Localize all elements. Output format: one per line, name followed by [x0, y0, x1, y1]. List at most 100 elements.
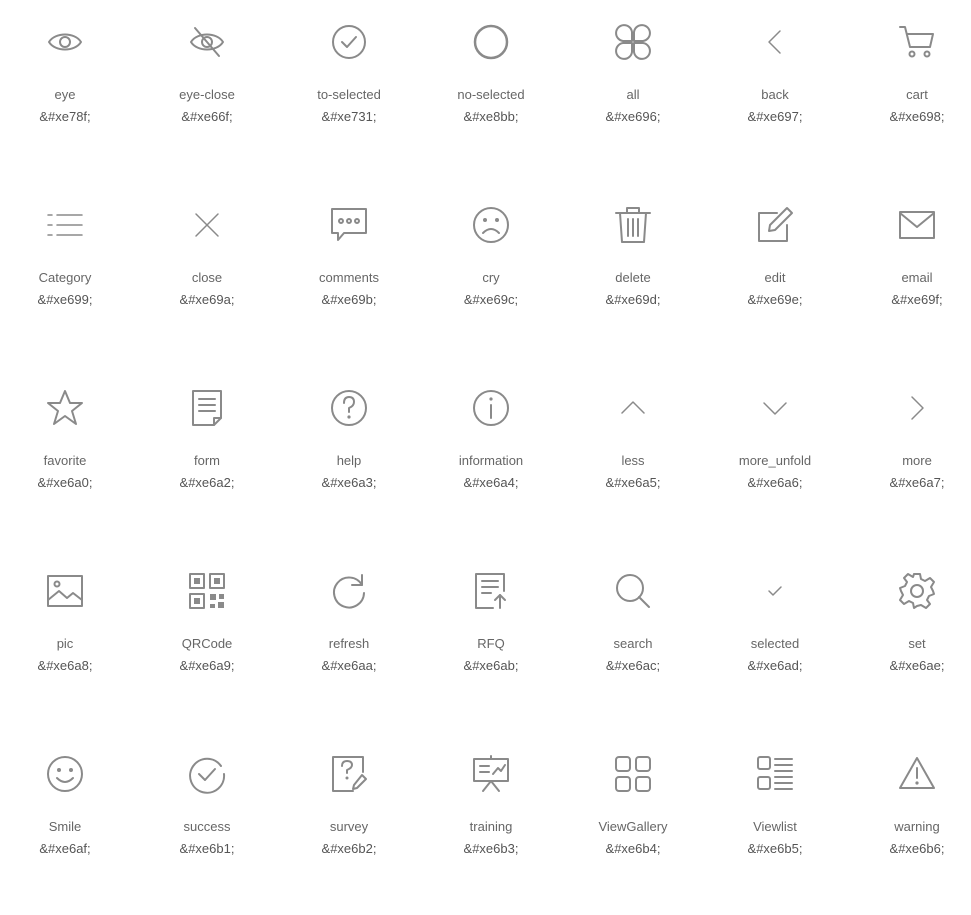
icon-code: &#xe69e; — [747, 292, 803, 307]
icon-code: &#xe69c; — [463, 292, 519, 307]
icon-card-to-selected[interactable]: to-selected &#xe731; — [278, 0, 420, 183]
icon-code: &#xe66f; — [181, 109, 233, 124]
checkmark-icon — [755, 571, 795, 611]
icon-name: more_unfold — [738, 453, 812, 468]
gallery-icon — [613, 754, 653, 794]
chevron-right-icon — [897, 388, 937, 428]
icon-code: &#xe6a9; — [179, 658, 235, 673]
eye-close-icon — [187, 22, 227, 62]
icon-card-pic[interactable]: pic &#xe6a8; — [0, 549, 136, 732]
icon-code: &#xe6ad; — [747, 658, 803, 673]
icon-name: refresh — [328, 636, 370, 651]
icon-card-less[interactable]: less &#xe6a5; — [562, 366, 704, 549]
icon-card-survey[interactable]: survey &#xe6b2; — [278, 732, 420, 915]
icon-card-information[interactable]: information &#xe6a4; — [420, 366, 562, 549]
all-icon — [613, 22, 653, 62]
icon-name: cry — [482, 270, 500, 285]
icon-card-eye[interactable]: eye &#xe78f; — [0, 0, 136, 183]
icon-name: comments — [319, 270, 379, 285]
icon-card-close[interactable]: close &#xe69a; — [136, 183, 278, 366]
icon-code: &#xe6b6; — [889, 841, 945, 856]
icon-name: warning — [894, 819, 940, 834]
icon-name: cart — [906, 87, 928, 102]
icon-name: information — [458, 453, 524, 468]
icon-name: form — [194, 453, 220, 468]
icon-code: &#xe731; — [321, 109, 377, 124]
icon-card-more-unfold[interactable]: more_unfold &#xe6a6; — [704, 366, 846, 549]
email-icon — [897, 205, 937, 245]
icon-card-cry[interactable]: cry &#xe69c; — [420, 183, 562, 366]
icon-name: Category — [38, 270, 92, 285]
icon-code: &#xe6b5; — [747, 841, 803, 856]
icon-name: email — [901, 270, 933, 285]
icon-name: Smile — [48, 819, 82, 834]
icon-card-success[interactable]: success &#xe6b1; — [136, 732, 278, 915]
icon-card-rfq[interactable]: RFQ &#xe6ab; — [420, 549, 562, 732]
comments-icon — [329, 205, 369, 245]
icon-code: &#xe698; — [889, 109, 945, 124]
close-icon — [187, 205, 227, 245]
icon-name: eye — [54, 87, 76, 102]
icon-name: training — [469, 819, 513, 834]
back-icon — [755, 22, 795, 62]
icon-card-cart[interactable]: cart &#xe698; — [846, 0, 971, 183]
icon-card-selected[interactable]: selected &#xe6ad; — [704, 549, 846, 732]
refresh-icon — [329, 571, 369, 611]
category-icon — [45, 205, 85, 245]
icon-name: ViewGallery — [598, 819, 668, 834]
icon-card-form[interactable]: form &#xe6a2; — [136, 366, 278, 549]
icon-card-set[interactable]: set &#xe6ae; — [846, 549, 971, 732]
icon-grid: eye &#xe78f; eye-close &#xe66f; to-selec… — [0, 0, 965, 880]
icon-card-category[interactable]: Category &#xe699; — [0, 183, 136, 366]
qrcode-icon — [187, 571, 227, 611]
icon-code: &#xe69d; — [605, 292, 661, 307]
icon-name: to-selected — [317, 87, 381, 102]
icon-code: &#xe6ae; — [889, 658, 945, 673]
icon-card-training[interactable]: training &#xe6b3; — [420, 732, 562, 915]
icon-card-delete[interactable]: delete &#xe69d; — [562, 183, 704, 366]
icon-name: RFQ — [477, 636, 505, 651]
icon-card-viewgallery[interactable]: ViewGallery &#xe6b4; — [562, 732, 704, 915]
icon-name: pic — [56, 636, 74, 651]
icon-card-email[interactable]: email &#xe69f; — [846, 183, 971, 366]
icon-card-favorite[interactable]: favorite &#xe6a0; — [0, 366, 136, 549]
icon-code: &#xe6a5; — [605, 475, 661, 490]
icon-name: QRCode — [181, 636, 233, 651]
icon-name: eye-close — [179, 87, 235, 102]
icon-card-eye-close[interactable]: eye-close &#xe66f; — [136, 0, 278, 183]
cart-icon — [897, 22, 937, 62]
icon-card-viewlist[interactable]: Viewlist &#xe6b5; — [704, 732, 846, 915]
icon-name: back — [761, 87, 789, 102]
icon-card-no-selected[interactable]: no-selected &#xe8bb; — [420, 0, 562, 183]
icon-card-warning[interactable]: warning &#xe6b6; — [846, 732, 971, 915]
icon-code: &#xe699; — [37, 292, 93, 307]
icon-card-comments[interactable]: comments &#xe69b; — [278, 183, 420, 366]
eye-icon — [45, 22, 85, 62]
icon-card-edit[interactable]: edit &#xe69e; — [704, 183, 846, 366]
icon-code: &#xe8bb; — [463, 109, 519, 124]
icon-code: &#xe6a6; — [747, 475, 803, 490]
icon-card-refresh[interactable]: refresh &#xe6aa; — [278, 549, 420, 732]
icon-code: &#xe6ac; — [605, 658, 661, 673]
icon-name: less — [621, 453, 645, 468]
icon-card-search[interactable]: search &#xe6ac; — [562, 549, 704, 732]
icon-code: &#xe6b4; — [605, 841, 661, 856]
icon-code: &#xe6a0; — [37, 475, 93, 490]
warning-icon — [897, 754, 937, 794]
icon-code: &#xe696; — [605, 109, 661, 124]
star-icon — [45, 388, 85, 428]
icon-card-more[interactable]: more &#xe6a7; — [846, 366, 971, 549]
search-icon — [613, 571, 653, 611]
icon-card-smile[interactable]: Smile &#xe6af; — [0, 732, 136, 915]
edit-icon — [755, 205, 795, 245]
icon-code: &#xe6b3; — [463, 841, 519, 856]
icon-name: close — [191, 270, 223, 285]
icon-code: &#xe697; — [747, 109, 803, 124]
icon-card-all[interactable]: all &#xe696; — [562, 0, 704, 183]
gear-icon — [897, 571, 937, 611]
icon-card-back[interactable]: back &#xe697; — [704, 0, 846, 183]
icon-card-qrcode[interactable]: QRCode &#xe6a9; — [136, 549, 278, 732]
icon-card-help[interactable]: help &#xe6a3; — [278, 366, 420, 549]
to-selected-icon — [329, 22, 369, 62]
list-view-icon — [755, 754, 795, 794]
